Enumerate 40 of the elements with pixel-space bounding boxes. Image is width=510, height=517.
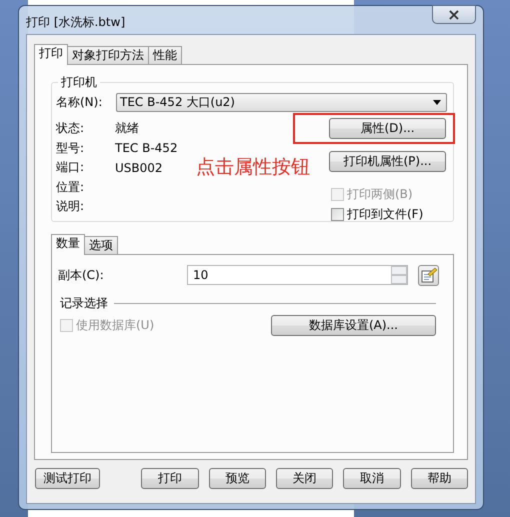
close-button[interactable]: × bbox=[432, 5, 476, 24]
checkbox-label: 打印到文件(F) bbox=[347, 206, 424, 222]
copies-spinbox[interactable]: 10 bbox=[187, 265, 408, 285]
annotation-text: 点击属性按钮 bbox=[196, 156, 310, 178]
tab[interactable]: 对象打印方法 bbox=[67, 46, 149, 64]
tab[interactable]: 数量 bbox=[51, 234, 85, 255]
checkbox-label: 使用数据库(U) bbox=[76, 317, 154, 334]
info-value: 就绪 bbox=[115, 120, 139, 138]
section-title: 记录选择 bbox=[59, 295, 109, 312]
spinbox-value: 10 bbox=[193, 268, 208, 282]
printer-button[interactable]: 属性(D)... bbox=[329, 118, 446, 139]
tab[interactable]: 选项 bbox=[84, 236, 118, 254]
printer-button[interactable]: 打印机属性(P)... bbox=[329, 151, 446, 172]
dialog-button[interactable]: 打印 bbox=[141, 468, 199, 489]
document-pencil-icon bbox=[420, 267, 436, 283]
dropdown-arrow-icon bbox=[433, 100, 441, 104]
tab[interactable]: 打印 bbox=[34, 44, 68, 65]
dropdown-value: TEC B-452 大口(u2) bbox=[120, 94, 235, 110]
window-title: 打印 [水洗标.btw] bbox=[26, 14, 126, 31]
info-label: 状态: bbox=[56, 120, 86, 138]
dialog-button[interactable]: 预览 bbox=[208, 468, 266, 489]
checkbox-label: 打印两侧(B) bbox=[347, 186, 413, 202]
field-label: 名称(N): bbox=[56, 94, 104, 110]
dialog-button[interactable]: 关闭 bbox=[276, 468, 334, 489]
info-value: USB002 bbox=[115, 160, 163, 175]
info-label: 说明: bbox=[56, 198, 86, 216]
printer-dropdown[interactable]: TEC B-452 大口(u2) bbox=[116, 92, 447, 112]
dialog-button[interactable]: 帮助 bbox=[410, 468, 468, 489]
info-label: 位置: bbox=[56, 178, 86, 196]
edit-button[interactable] bbox=[418, 264, 439, 286]
checkbox[interactable] bbox=[331, 208, 344, 220]
group-title: 打印机 bbox=[58, 74, 100, 91]
info-value: TEC B-452 bbox=[115, 141, 178, 156]
database-settings-button[interactable]: 数据库设置(A)... bbox=[271, 315, 436, 336]
field-label: 副本(C): bbox=[58, 266, 105, 284]
dialog-button[interactable]: 取消 bbox=[343, 468, 401, 489]
info-label: 端口: bbox=[56, 159, 86, 176]
info-label: 型号: bbox=[56, 140, 86, 157]
dialog-button[interactable]: 测试打印 bbox=[35, 468, 100, 489]
tab[interactable]: 性能 bbox=[148, 46, 182, 64]
